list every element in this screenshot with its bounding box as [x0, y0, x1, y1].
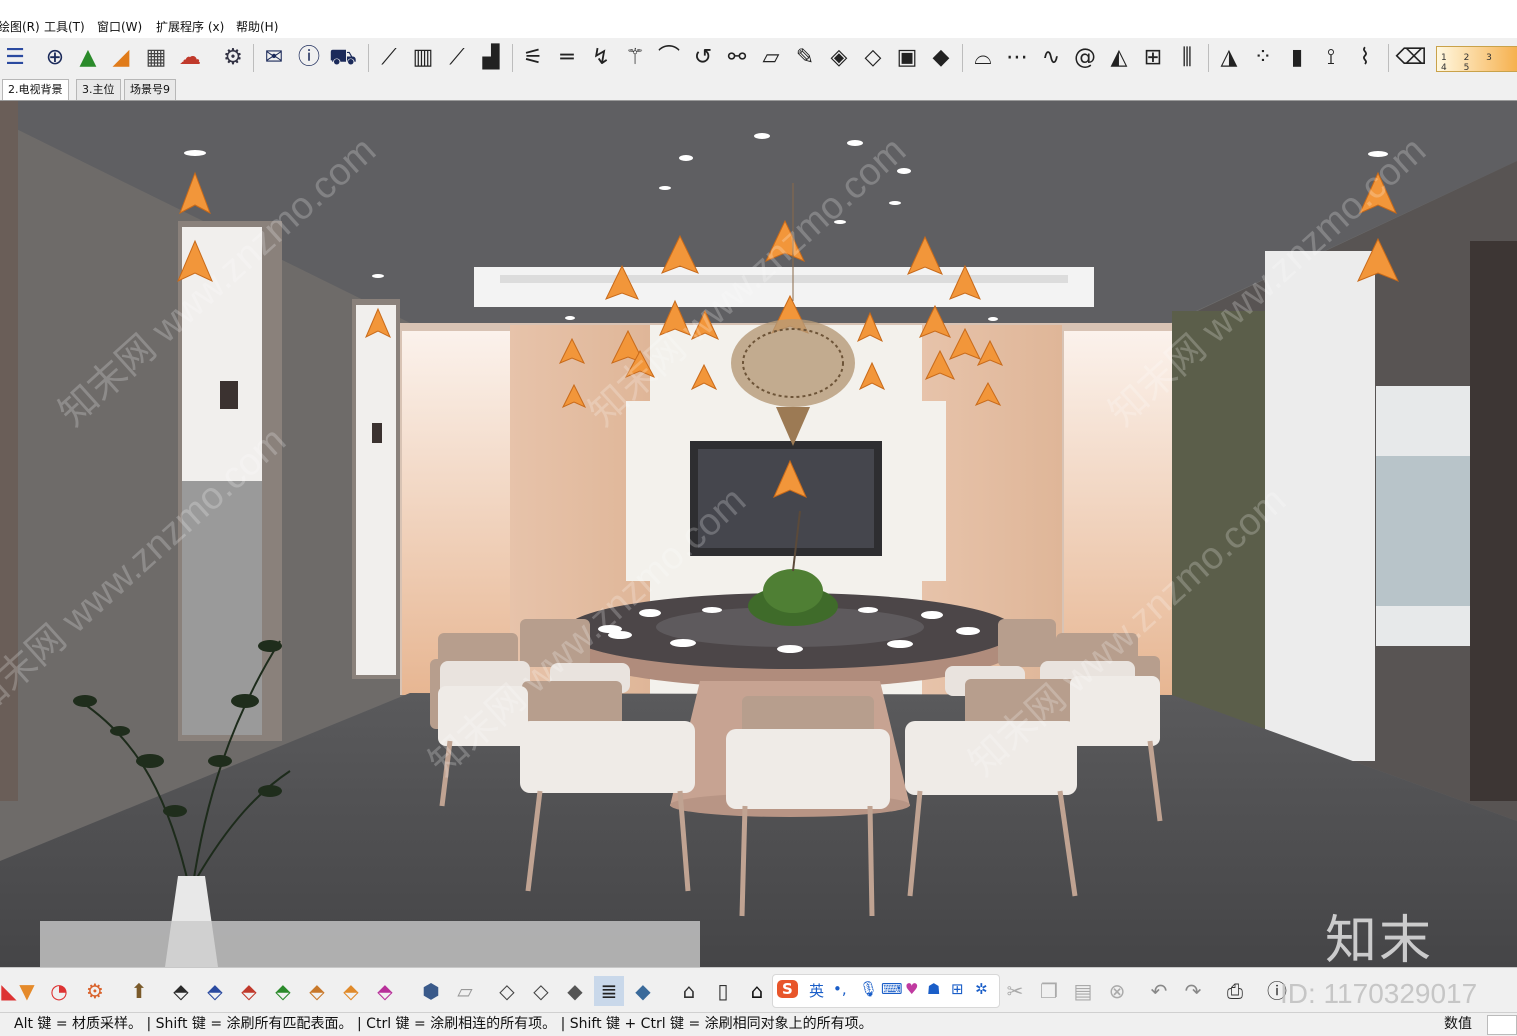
branch-icon[interactable]: ⚚	[620, 43, 650, 73]
value-label: 数值	[1444, 1016, 1472, 1032]
game-icon[interactable]: ☗	[927, 980, 940, 998]
print-icon[interactable]: ⎙	[1220, 976, 1250, 1006]
spiral-icon[interactable]: ↺	[688, 43, 718, 73]
push-up-icon[interactable]: ⬆	[124, 976, 154, 1006]
pen-icon[interactable]: ✎	[790, 43, 820, 73]
menu-bar: 绘图(R) 工具(T) 窗口(W) 扩展程序 (x) 帮助(H)	[0, 0, 1517, 38]
iso-view-icon[interactable]: ⬢	[416, 976, 446, 1006]
door-open-icon[interactable]: ▯	[708, 976, 738, 1006]
grid-apps-icon[interactable]: ⊞	[951, 980, 964, 998]
tree-icon[interactable]: ▲	[73, 43, 103, 73]
sweep-icon[interactable]: ⚯	[722, 43, 752, 73]
paint-drip-icon[interactable]: ◔	[44, 976, 74, 1006]
cart-icon[interactable]: ⛟	[328, 43, 358, 73]
value-input[interactable]	[1487, 1015, 1517, 1035]
settings-icon[interactable]: ✲	[975, 980, 988, 998]
tab-scene-9[interactable]: 场景号9	[124, 79, 176, 100]
back-view-icon[interactable]: ◆	[560, 976, 590, 1006]
joint-icon[interactable]: ⚟	[518, 43, 548, 73]
arc-icon[interactable]: ⌒	[654, 43, 684, 73]
scale-bar[interactable]: 1 2 3 4 5	[1436, 46, 1517, 73]
house-icon[interactable]: ⌂	[674, 976, 704, 1006]
door-icon[interactable]: ▮	[1282, 43, 1312, 73]
main-toolbar: ☰ ⊕ ▲ ◢ ▦ ☁ ⚙ ✉ ⓘ ⛟ ⟋ ▥ ⟋ ▟ ⚟ ═ ↯ ⚚ ⌒ ↺ …	[0, 38, 1517, 78]
arch-icon[interactable]: ⌓	[968, 43, 998, 73]
redo-icon[interactable]: ↷	[1178, 976, 1208, 1006]
brush-icon[interactable]: ⌇	[1350, 43, 1380, 73]
bench-icon[interactable]: ⊞	[1138, 43, 1168, 73]
push-r-icon[interactable]: ⬘	[234, 976, 264, 1006]
keyboard-icon[interactable]: ⌨	[881, 980, 903, 998]
menu-window[interactable]: 窗口(W)	[97, 19, 142, 35]
checker-sphere-icon[interactable]: ▦	[141, 43, 171, 73]
left-view-icon[interactable]: ≣	[594, 976, 624, 1006]
line-tool-icon[interactable]: ═	[552, 43, 582, 73]
ramp-icon[interactable]: ⟋	[442, 43, 472, 73]
status-bar: Alt 键 = 材质采样。 | Shift 键 = 涂刷所有匹配表面。 | Ct…	[0, 1012, 1517, 1036]
dots-line-icon[interactable]: ⋯	[1002, 43, 1032, 73]
model-viewport[interactable]: 知末网 www.znzmo.com 知末网 www.znzmo.com 知末网 …	[0, 101, 1517, 967]
home-icon[interactable]: ⌂	[742, 976, 772, 1006]
menu-draw[interactable]: 绘图(R)	[0, 19, 40, 35]
scissors-icon[interactable]: ✂	[1000, 976, 1030, 1006]
gears-icon[interactable]: ⚙	[218, 43, 248, 73]
copy-icon[interactable]: ❐	[1034, 976, 1064, 1006]
top-view-icon[interactable]: ▱	[450, 976, 480, 1006]
menu-extensions[interactable]: 扩展程序 (x)	[156, 19, 224, 35]
layer-stack-icon[interactable]: ◈	[824, 43, 854, 73]
menu-tools[interactable]: 工具(T)	[44, 19, 85, 35]
mirror-icon[interactable]: ◮	[1214, 43, 1244, 73]
ime-symbols[interactable]: •,	[833, 980, 847, 998]
menu-help[interactable]: 帮助(H)	[236, 19, 278, 35]
push-n-icon[interactable]: ⬘	[302, 976, 332, 1006]
bottom-view-icon[interactable]: ◆	[628, 976, 658, 1006]
cloud-upload-icon[interactable]: ☁	[175, 43, 205, 73]
push-x-icon[interactable]: ⬘	[336, 976, 366, 1006]
wall-icon[interactable]: ◭	[1104, 43, 1134, 73]
compass-icon[interactable]: ⟟	[1316, 43, 1346, 73]
layer-flat-icon[interactable]: ◇	[858, 43, 888, 73]
paste-icon[interactable]: ▤	[1068, 976, 1098, 1006]
image-id-watermark: ID: 1170329017	[1280, 978, 1478, 1009]
push-e-icon[interactable]: ⬘	[166, 976, 196, 1006]
ime-bar[interactable]: S 英 •, 🎙 ⌨ ♥ ☗ ⊞ ✲	[772, 974, 1000, 1008]
push-j-icon[interactable]: ⬘	[200, 976, 230, 1006]
stairs-icon[interactable]: ⟋	[374, 43, 404, 73]
eraser-icon[interactable]: ⌫	[1395, 43, 1426, 73]
gear-color-icon[interactable]: ⚙	[80, 976, 110, 1006]
mic-icon[interactable]: 🎙	[859, 980, 878, 998]
ime-lang[interactable]: 英	[809, 980, 824, 1001]
curve-tool-icon[interactable]: ↯	[586, 43, 616, 73]
front-view-icon[interactable]: ◇	[492, 976, 522, 1006]
scale-ticks: 1 2 3 4 5	[1441, 53, 1499, 73]
ime-logo[interactable]: S	[777, 980, 798, 998]
push-f-icon[interactable]: ⬘	[370, 976, 400, 1006]
grid-dots-icon[interactable]: ⁘	[1248, 43, 1278, 73]
spiral-coil-icon[interactable]: @	[1070, 43, 1100, 73]
status-hint: Alt 键 = 材质采样。 | Shift 键 = 涂刷所有匹配表面。 | Ct…	[14, 1016, 873, 1032]
rainbow-icon[interactable]: ◢	[106, 43, 136, 73]
box-paint-icon[interactable]: ▣	[892, 43, 922, 73]
close-circle-icon[interactable]: ⊗	[1102, 976, 1132, 1006]
wave-icon[interactable]: ∿	[1036, 43, 1066, 73]
column-icon[interactable]: ▥	[408, 43, 438, 73]
mail-icon[interactable]: ✉	[259, 43, 289, 73]
tab-scene-2[interactable]: 2.电视背景	[2, 79, 69, 100]
slab-icon[interactable]: ▱	[756, 43, 786, 73]
skin-icon[interactable]: ♥	[905, 980, 918, 998]
paint-drip-icon[interactable]: ▼	[12, 976, 42, 1006]
bar-graph-icon[interactable]: ▟	[476, 43, 506, 73]
colonnade-icon[interactable]: ⫼	[1172, 43, 1202, 73]
push-v-icon[interactable]: ⬘	[268, 976, 298, 1006]
scene-tabs: 2.电视背景 3.主位 场景号9	[0, 78, 1517, 101]
tab-scene-3[interactable]: 3.主位	[76, 79, 121, 100]
undo-icon[interactable]: ↶	[1144, 976, 1174, 1006]
corner-watermark: 知末	[1325, 911, 1434, 971]
layer-edit-icon[interactable]: ◆	[926, 43, 956, 73]
add-circle-icon[interactable]: ⊕	[40, 43, 70, 73]
layers-icon[interactable]: ☰	[0, 43, 30, 73]
info-icon[interactable]: ⓘ	[294, 43, 324, 73]
right-view-icon[interactable]: ◇	[526, 976, 556, 1006]
